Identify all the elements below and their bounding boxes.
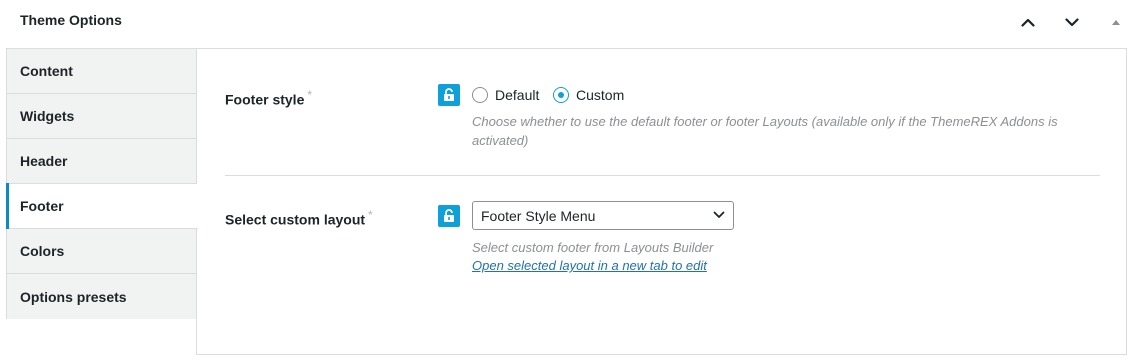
toggle-panel-button[interactable] <box>1103 9 1129 35</box>
custom-layout-selected-value: Footer Style Menu <box>481 207 596 224</box>
tab-label: Options presets <box>20 288 127 305</box>
custom-layout-select[interactable]: Footer Style Menu <box>472 201 734 230</box>
chevron-down-icon <box>713 211 725 218</box>
options-tabs: Content Widgets Header Footer Colors Opt… <box>6 48 198 319</box>
radio-custom-label: Custom <box>576 87 625 103</box>
chevron-up-icon <box>1021 18 1035 27</box>
tab-panel-footer: Footer style * Default Custom Choose whet… <box>196 48 1127 355</box>
tab-label: Footer <box>20 198 64 214</box>
radio-custom[interactable]: Custom <box>553 87 624 103</box>
tab-widgets[interactable]: Widgets <box>7 94 197 139</box>
panel-header: Theme Options <box>0 0 1135 48</box>
radio-default-circle[interactable] <box>472 87 488 103</box>
tab-label: Widgets <box>20 108 75 124</box>
tab-content[interactable]: Content <box>7 49 197 94</box>
required-mark: * <box>368 208 373 222</box>
open-layout-link[interactable]: Open selected layout in a new tab to edi… <box>472 258 707 273</box>
move-down-button[interactable] <box>1059 9 1085 35</box>
move-up-button[interactable] <box>1015 9 1041 35</box>
unlock-icon <box>444 209 454 222</box>
radio-custom-circle[interactable] <box>553 87 569 103</box>
custom-layout-lock-button[interactable] <box>438 205 460 227</box>
custom-layout-label: Select custom layout * <box>225 208 373 228</box>
footer-style-description: Choose whether to use the default footer… <box>472 114 1058 148</box>
required-mark: * <box>307 88 313 102</box>
panel-title: Theme Options <box>20 12 122 28</box>
tab-colors[interactable]: Colors <box>7 229 197 274</box>
row-divider <box>225 175 1100 176</box>
custom-layout-description: Select custom footer from Layouts Builde… <box>472 240 714 255</box>
tab-footer[interactable]: Footer <box>6 183 198 229</box>
triangle-up-icon <box>1112 19 1120 25</box>
radio-default[interactable]: Default <box>472 87 539 103</box>
radio-default-label: Default <box>495 87 540 103</box>
tab-header[interactable]: Header <box>7 139 197 184</box>
footer-style-lock-button[interactable] <box>438 84 460 106</box>
tab-label: Colors <box>20 243 65 259</box>
chevron-down-icon <box>1065 17 1079 26</box>
footer-style-label: Footer style * <box>225 88 312 108</box>
tab-label: Content <box>20 63 73 79</box>
tab-options-presets[interactable]: Options presets <box>7 274 197 319</box>
footer-style-label-text: Footer style <box>225 91 305 108</box>
custom-layout-label-text: Select custom layout <box>225 211 366 228</box>
tab-label: Header <box>20 153 68 169</box>
unlock-icon <box>444 88 454 101</box>
